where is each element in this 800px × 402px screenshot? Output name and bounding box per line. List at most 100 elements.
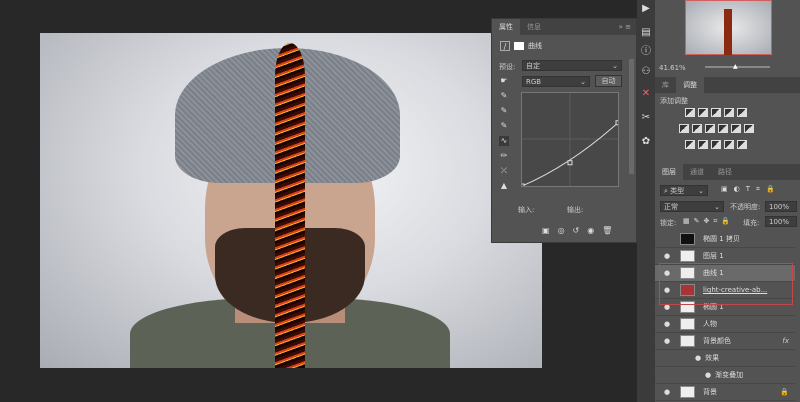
auto-button[interactable]: 自动 [595, 75, 622, 87]
vibrance-icon[interactable] [736, 108, 747, 117]
opacity-label: 不透明度: [730, 203, 761, 211]
color-lookup-icon[interactable] [743, 124, 754, 133]
layer-row[interactable]: ● 人物 [655, 316, 795, 333]
adjustment-icons-row-1 [683, 108, 748, 119]
layer-name[interactable]: 人物 [703, 319, 717, 329]
photo-light-slice [275, 43, 305, 368]
gray-eyedropper-icon[interactable]: ✎ [499, 106, 509, 116]
filter-icons[interactable]: ▣◐T⌗🔒 [721, 185, 781, 194]
properties-icon[interactable]: ▤ [637, 27, 655, 38]
levels-icon[interactable] [697, 108, 708, 117]
histogram-warning-icon[interactable]: ▲ [499, 181, 509, 191]
view-previous-icon[interactable]: ◎ [558, 226, 565, 235]
photo-filter-icon[interactable] [717, 124, 728, 133]
smooth-icon[interactable]: ⤫ [499, 166, 509, 176]
mask-icon[interactable] [514, 42, 524, 50]
black-eyedropper-icon[interactable]: ✎ [499, 91, 509, 101]
clip-to-layer-icon[interactable]: ▣ [542, 226, 550, 235]
layer-name[interactable]: 背景 [703, 387, 717, 397]
layer-thumbnail [680, 250, 695, 262]
posterize-icon[interactable] [697, 140, 708, 149]
eye-icon[interactable]: ● [660, 388, 674, 396]
tab-layers[interactable]: 图层 [655, 164, 683, 180]
tab-info[interactable]: 信息 [520, 19, 548, 35]
layer-row[interactable]: 椭圆 1 拷贝 [655, 231, 795, 248]
properties-panel: 属性 信息 » ≡ ∕ 曲线 预设: 自定 ⌄ RGB ⌄ 自动 ☛ ✎ ✎ ✎ ∿… [491, 18, 637, 243]
curve-point[interactable] [615, 120, 621, 126]
add-adjustment-label: 添加调整 [660, 97, 688, 105]
layer-row[interactable]: ● 背景 🔒 [655, 384, 795, 401]
scrollbar[interactable] [629, 59, 634, 174]
curves-graph[interactable] [519, 92, 621, 189]
layers-list: 椭圆 1 拷贝 ● 图层 1 ● 曲线 1 ● light-creative-ab... ● 椭… [655, 231, 795, 402]
exposure-icon[interactable] [723, 108, 734, 117]
selective-color-icon[interactable] [723, 140, 734, 149]
lock-icon: 🔒 [780, 388, 789, 396]
adjustment-icons-row-2 [677, 124, 755, 135]
zoom-slider[interactable]: ▲ [705, 63, 770, 70]
fill-label: 填充: [743, 219, 760, 227]
info-icon[interactable]: ⓘ [637, 42, 655, 57]
zoom-level[interactable]: 41.61% [659, 64, 686, 72]
white-eyedropper-icon[interactable]: ✎ [499, 121, 509, 131]
curve-svg[interactable] [519, 93, 621, 189]
threshold-icon[interactable] [710, 140, 721, 149]
layer-row[interactable]: ● 渐变叠加 [655, 367, 795, 384]
layer-filter-select[interactable]: ⌕ 类型 ⌄ [660, 185, 708, 196]
color-balance-icon[interactable] [691, 124, 702, 133]
layer-name[interactable]: 背景颜色 [703, 336, 731, 346]
preset-select[interactable]: 自定 ⌄ [522, 60, 622, 71]
curve-point[interactable] [567, 160, 573, 166]
fx-badge[interactable]: fx [782, 337, 789, 345]
brightness-icon[interactable] [684, 108, 695, 117]
curves-icon: ∕ [500, 41, 510, 51]
navigator-preview[interactable] [685, 0, 772, 55]
eye-icon[interactable]: ● [660, 320, 674, 328]
panel-menu-icon[interactable]: » ≡ [619, 23, 631, 31]
curve-point[interactable] [519, 183, 525, 189]
layer-thumbnail [680, 233, 695, 245]
gradient-map-icon[interactable] [736, 140, 747, 149]
channel-select[interactable]: RGB ⌄ [522, 76, 590, 87]
tab-adjustments[interactable]: 调整 [676, 77, 704, 93]
opacity-input[interactable]: 100% [765, 201, 797, 212]
reset-icon[interactable]: ↺ [573, 226, 580, 235]
curves-adj-icon[interactable] [710, 108, 721, 117]
curve-point-tool-icon[interactable]: ∿ [499, 136, 509, 146]
clone-source-icon[interactable]: ⚇ [637, 66, 655, 77]
effect-visibility-icon[interactable]: ● [695, 354, 701, 362]
bw-icon[interactable] [704, 124, 715, 133]
effect-name: 渐变叠加 [715, 371, 744, 379]
document-canvas[interactable] [40, 33, 542, 368]
visibility-icon[interactable]: ◉ [587, 226, 594, 235]
play-icon[interactable]: ▶ [637, 3, 655, 14]
fill-input[interactable]: 100% [765, 216, 797, 227]
lock-icons[interactable]: ▦✎✥⌗🔒 [683, 217, 734, 226]
pencil-icon[interactable]: ✏ [499, 151, 509, 161]
panel-icon-strip: ▶ ▤ ⓘ ⚇ ✕ ✂ ✿ [637, 0, 655, 402]
eye-icon[interactable]: ● [660, 337, 674, 345]
eye-icon[interactable]: ● [660, 252, 674, 260]
settings-icon[interactable]: ✿ [637, 136, 655, 147]
preset-label: 预设: [499, 63, 516, 71]
tab-libraries[interactable]: 库 [655, 77, 676, 93]
invert-icon[interactable] [684, 140, 695, 149]
tab-channels[interactable]: 通道 [683, 164, 711, 180]
tab-paths[interactable]: 路径 [711, 164, 739, 180]
brush-presets-icon[interactable]: ✂ [637, 112, 655, 123]
layer-row[interactable]: ● 效果 [655, 350, 795, 367]
layer-thumbnail [680, 318, 695, 330]
blend-mode-select[interactable]: 正常 ⌄ [660, 201, 724, 212]
layer-name[interactable]: 椭圆 1 拷贝 [703, 234, 740, 244]
delete-icon[interactable]: 🗑 [602, 226, 612, 235]
layer-row[interactable]: ● 背景颜色 fx [655, 333, 795, 350]
channel-mixer-icon[interactable] [730, 124, 741, 133]
tools-icon[interactable]: ✕ [637, 88, 655, 99]
target-adjust-icon[interactable]: ☛ [499, 76, 509, 86]
right-panels: 41.61% ▲ 库 调整 添加调整 图层 通道 路径 ⌕ 类型 ⌄ ▣◐T⌗🔒 … [655, 0, 800, 402]
layer-name[interactable]: 图层 1 [703, 251, 724, 261]
tab-properties[interactable]: 属性 [492, 19, 520, 35]
lock-label: 锁定: [660, 219, 677, 227]
effect-visibility-icon[interactable]: ● [705, 371, 711, 379]
hue-icon[interactable] [678, 124, 689, 133]
